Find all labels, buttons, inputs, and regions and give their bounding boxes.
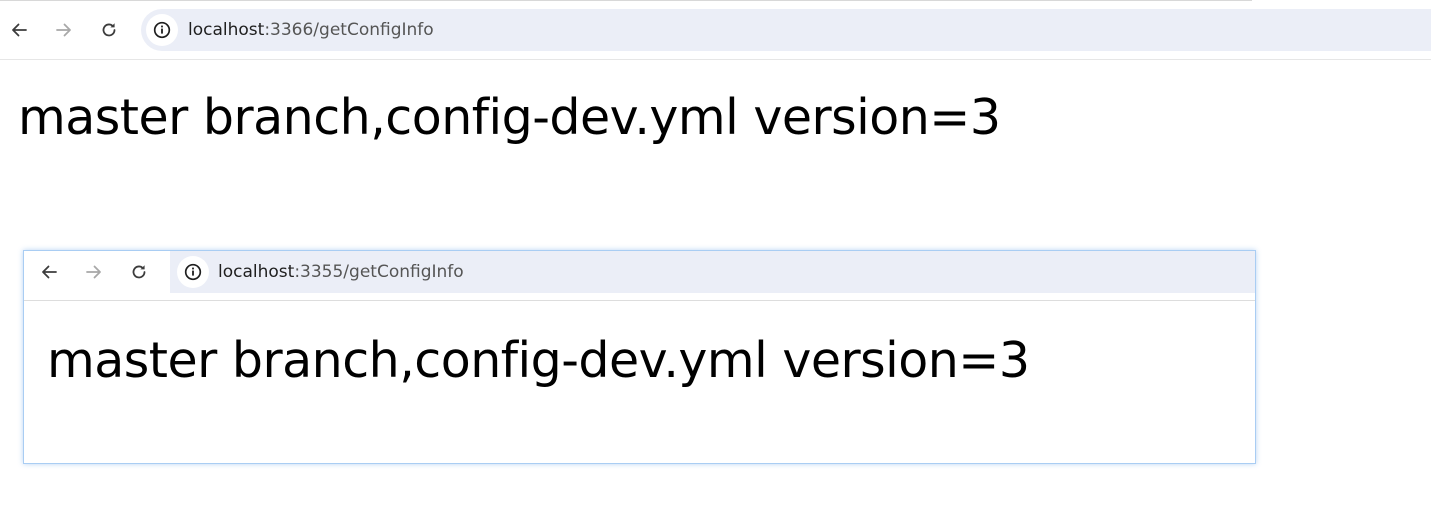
url-host: localhost bbox=[218, 262, 295, 282]
address-url[interactable]: localhost:3355/getConfigInfo bbox=[218, 262, 464, 282]
toolbar-gap bbox=[24, 293, 1255, 300]
reload-button[interactable] bbox=[122, 255, 156, 289]
url-host: localhost bbox=[188, 20, 265, 40]
toolbar-divider bbox=[24, 300, 1255, 301]
page-body-text: master branch,config-dev.yml version=3 bbox=[18, 89, 1001, 146]
page-body-text: master branch,config-dev.yml version=3 bbox=[47, 332, 1030, 389]
reload-button[interactable] bbox=[92, 13, 126, 47]
address-url[interactable]: localhost:3366/getConfigInfo bbox=[188, 20, 434, 40]
arrow-left-icon bbox=[42, 265, 57, 279]
browser-toolbar: localhost:3366/getConfigInfo bbox=[0, 1, 1431, 59]
address-bar[interactable]: localhost:3366/getConfigInfo bbox=[141, 9, 1431, 51]
back-button[interactable] bbox=[32, 255, 66, 289]
forward-button[interactable] bbox=[77, 255, 111, 289]
forward-button[interactable] bbox=[47, 13, 81, 47]
reload-icon bbox=[102, 23, 116, 37]
browser-window-3355: localhost:3355/getConfigInfo master bran… bbox=[24, 251, 1255, 463]
url-path: :3366/getConfigInfo bbox=[264, 20, 434, 40]
url-path: :3355/getConfigInfo bbox=[294, 262, 464, 282]
arrow-right-icon bbox=[56, 23, 71, 37]
site-info-button[interactable] bbox=[177, 256, 209, 288]
browser-toolbar: localhost:3355/getConfigInfo bbox=[24, 251, 1255, 293]
arrow-right-icon bbox=[86, 265, 101, 279]
site-info-button[interactable] bbox=[146, 14, 178, 46]
info-circle-icon bbox=[184, 263, 202, 281]
reload-icon bbox=[132, 265, 146, 279]
info-circle-icon bbox=[153, 21, 171, 39]
address-bar[interactable]: localhost:3355/getConfigInfo bbox=[170, 251, 1255, 293]
arrow-left-icon bbox=[12, 23, 27, 37]
back-button[interactable] bbox=[2, 13, 36, 47]
toolbar-divider bbox=[0, 59, 1431, 60]
